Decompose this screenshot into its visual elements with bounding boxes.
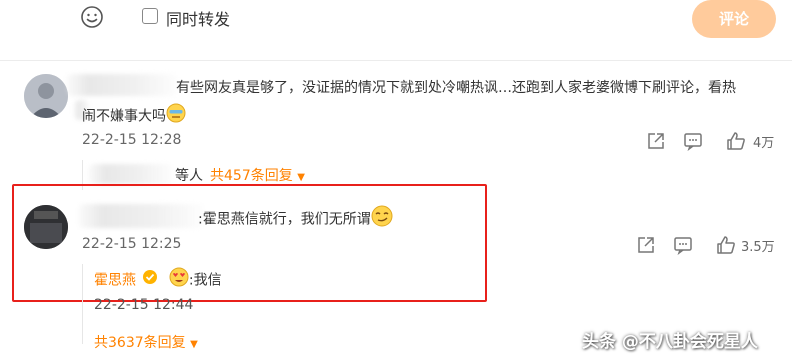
comment-text: 闹不嫌事大吗 xyxy=(82,103,186,130)
avatar[interactable] xyxy=(24,74,68,118)
thread-line xyxy=(82,264,83,344)
reply-author-link[interactable]: 霍思燕 xyxy=(94,273,136,289)
comment-composer: 同时转发 评论 xyxy=(0,0,792,38)
like-icon[interactable] xyxy=(726,131,746,155)
comment-text: 有些网友真是够了，没证据的情况下就到处冷嘲热讽…还跑到人家老婆微博下刷评论，看热 xyxy=(176,77,776,99)
comment-text-line: 闹不嫌事大吗 xyxy=(82,108,166,125)
repost-label: 同时转发 xyxy=(166,10,231,29)
comment-text-line: :霍思燕信就行，我们无所谓 xyxy=(198,211,371,228)
replies-summary: 等人 xyxy=(175,165,203,185)
like-count: 3.5万 xyxy=(741,240,775,255)
avatar[interactable] xyxy=(24,205,68,249)
comment-actions: 4万 xyxy=(646,131,776,152)
comment-text: :霍思燕信就行，我们无所谓 xyxy=(198,205,393,234)
reply-item: 霍思燕 :我信 xyxy=(94,267,222,294)
submit-comment-button[interactable]: 评论 xyxy=(692,0,776,38)
view-replies-label: 共457条回复 xyxy=(210,168,293,184)
share-icon[interactable] xyxy=(636,235,656,259)
cool-face-emoji-icon xyxy=(166,103,186,130)
blurred-username xyxy=(78,204,204,228)
comment-text-line: 有些网友真是够了，没证据的情况下就到处冷嘲热讽…还跑到人家老婆微博下刷评论，看热 xyxy=(176,80,736,96)
repost-checkbox[interactable] xyxy=(142,8,158,24)
chevron-down-icon: ▼ xyxy=(297,172,305,183)
chevron-down-icon: ▼ xyxy=(190,339,198,350)
blurred-username xyxy=(88,164,174,184)
like-icon[interactable] xyxy=(716,235,736,259)
verified-badge-icon xyxy=(142,269,158,292)
reply-text: :我信 xyxy=(188,272,222,289)
comment-timestamp: 22-2-15 12:25 xyxy=(82,236,182,252)
comment-actions: 3.5万 xyxy=(636,235,782,256)
smirk-face-emoji-icon xyxy=(371,205,393,234)
like-count: 4万 xyxy=(753,136,775,151)
view-replies-label: 共3637条回复 xyxy=(94,335,186,351)
reply-timestamp: 22-2-15 12:44 xyxy=(94,297,194,313)
replies-tail-text: 等人 xyxy=(175,168,203,184)
emoji-picker-icon[interactable] xyxy=(80,5,104,29)
view-replies-link[interactable]: 共457条回复 ▼ xyxy=(210,165,305,185)
heart-eyes-emoji-icon xyxy=(169,267,189,294)
blurred-username xyxy=(66,74,178,96)
share-icon[interactable] xyxy=(646,131,666,155)
divider xyxy=(0,60,792,61)
watermark: 头条 @不八卦会死星人 xyxy=(582,332,758,352)
comment-timestamp: 22-2-15 12:28 xyxy=(82,132,182,148)
view-replies-link[interactable]: 共3637条回复 ▼ xyxy=(94,332,198,352)
comment-icon[interactable] xyxy=(683,131,703,155)
comment-icon[interactable] xyxy=(673,235,693,259)
